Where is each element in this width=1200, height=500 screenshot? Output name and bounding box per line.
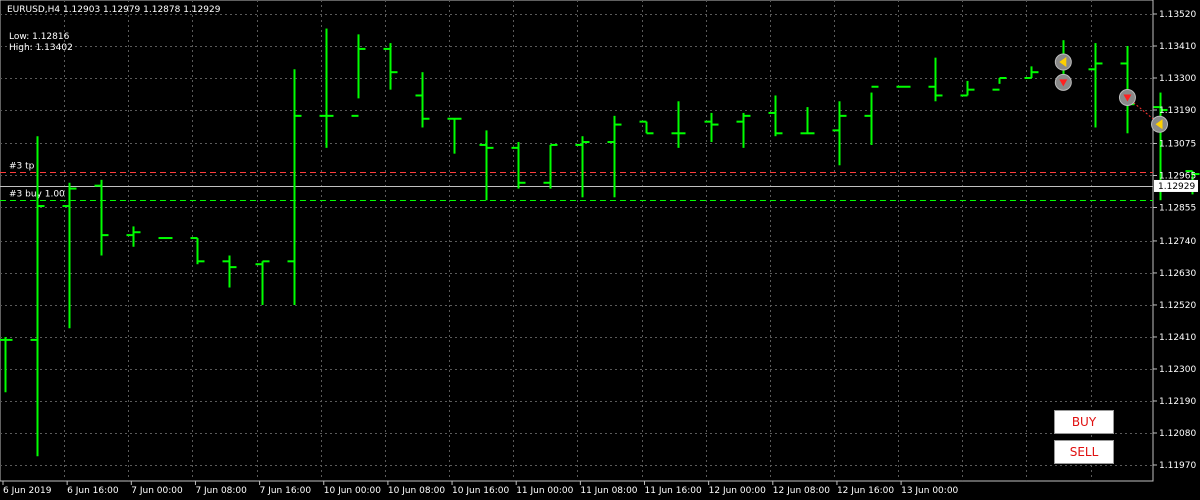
y-tick-label: 1.12630 bbox=[1159, 269, 1196, 279]
x-tick-label: 10 Jun 16:00 bbox=[452, 486, 509, 496]
symbol-info: EURUSD,H4 1.12903 1.12979 1.12878 1.1292… bbox=[7, 5, 221, 15]
y-tick-label: 1.12410 bbox=[1159, 333, 1196, 343]
x-tick-label: 7 Jun 00:00 bbox=[131, 486, 183, 496]
low-label: Low: 1.12816 bbox=[9, 32, 70, 42]
y-tick-label: 1.12855 bbox=[1159, 203, 1196, 213]
trade-marker-sell-check[interactable] bbox=[1118, 89, 1136, 107]
y-tick-label: 1.13075 bbox=[1159, 139, 1196, 149]
high-label: High: 1.13402 bbox=[9, 43, 73, 53]
x-tick-label: 12 Jun 08:00 bbox=[773, 486, 830, 496]
trade-marker-buy-arrow[interactable] bbox=[1054, 53, 1072, 71]
x-tick-label: 12 Jun 00:00 bbox=[709, 486, 766, 496]
trade-marker-sell-check[interactable] bbox=[1054, 73, 1072, 91]
x-tick-label: 10 Jun 00:00 bbox=[324, 486, 381, 496]
y-tick-label: 1.11970 bbox=[1159, 461, 1196, 471]
sell-button[interactable]: SELL bbox=[1054, 440, 1114, 464]
current-price-label: 1.12929 bbox=[1158, 182, 1195, 192]
y-tick-label: 1.12520 bbox=[1159, 301, 1196, 311]
y-tick-label: 1.13520 bbox=[1159, 10, 1196, 20]
price-axis: 1.13520 1.13410 1.13300 1.13190 1.13075 1.129… bbox=[1153, 10, 1198, 471]
x-tick-label: 13 Jun 00:00 bbox=[901, 486, 958, 496]
order-line-label: #3 tp bbox=[9, 162, 35, 172]
x-tick-label: 12 Jun 16:00 bbox=[837, 486, 894, 496]
buy-button[interactable]: BUY bbox=[1054, 410, 1114, 434]
x-tick-label: 11 Jun 00:00 bbox=[516, 486, 573, 496]
y-tick-label: 1.13300 bbox=[1159, 74, 1196, 84]
x-tick-label: 11 Jun 16:00 bbox=[645, 486, 702, 496]
x-tick-label: 11 Jun 08:00 bbox=[580, 486, 637, 496]
x-tick-label: 7 Jun 16:00 bbox=[260, 486, 312, 496]
y-tick-label: 1.12190 bbox=[1159, 397, 1196, 407]
y-tick-label: 1.12740 bbox=[1159, 237, 1196, 247]
x-tick-label: 10 Jun 08:00 bbox=[388, 486, 445, 496]
x-tick-label: 6 Jun 16:00 bbox=[67, 486, 119, 496]
x-tick-label: 7 Jun 08:00 bbox=[195, 486, 247, 496]
y-tick-label: 1.13410 bbox=[1159, 42, 1196, 52]
y-tick-label: 1.12300 bbox=[1159, 365, 1196, 375]
y-tick-label: 1.12080 bbox=[1159, 429, 1196, 439]
plot-area bbox=[0, 0, 1154, 482]
price-chart[interactable]: #3 tp#3 buy 1.00 1.135201.134101.133001.… bbox=[0, 0, 1200, 500]
y-tick-label: 1.13190 bbox=[1159, 106, 1196, 116]
time-axis: 6 Jun 2019 6 Jun 16:00 7 Jun 00:00 7 Jun 08… bbox=[2, 481, 959, 496]
x-tick-label: 6 Jun 2019 bbox=[3, 486, 52, 496]
trade-marker-buy-arrow[interactable] bbox=[1151, 115, 1169, 133]
